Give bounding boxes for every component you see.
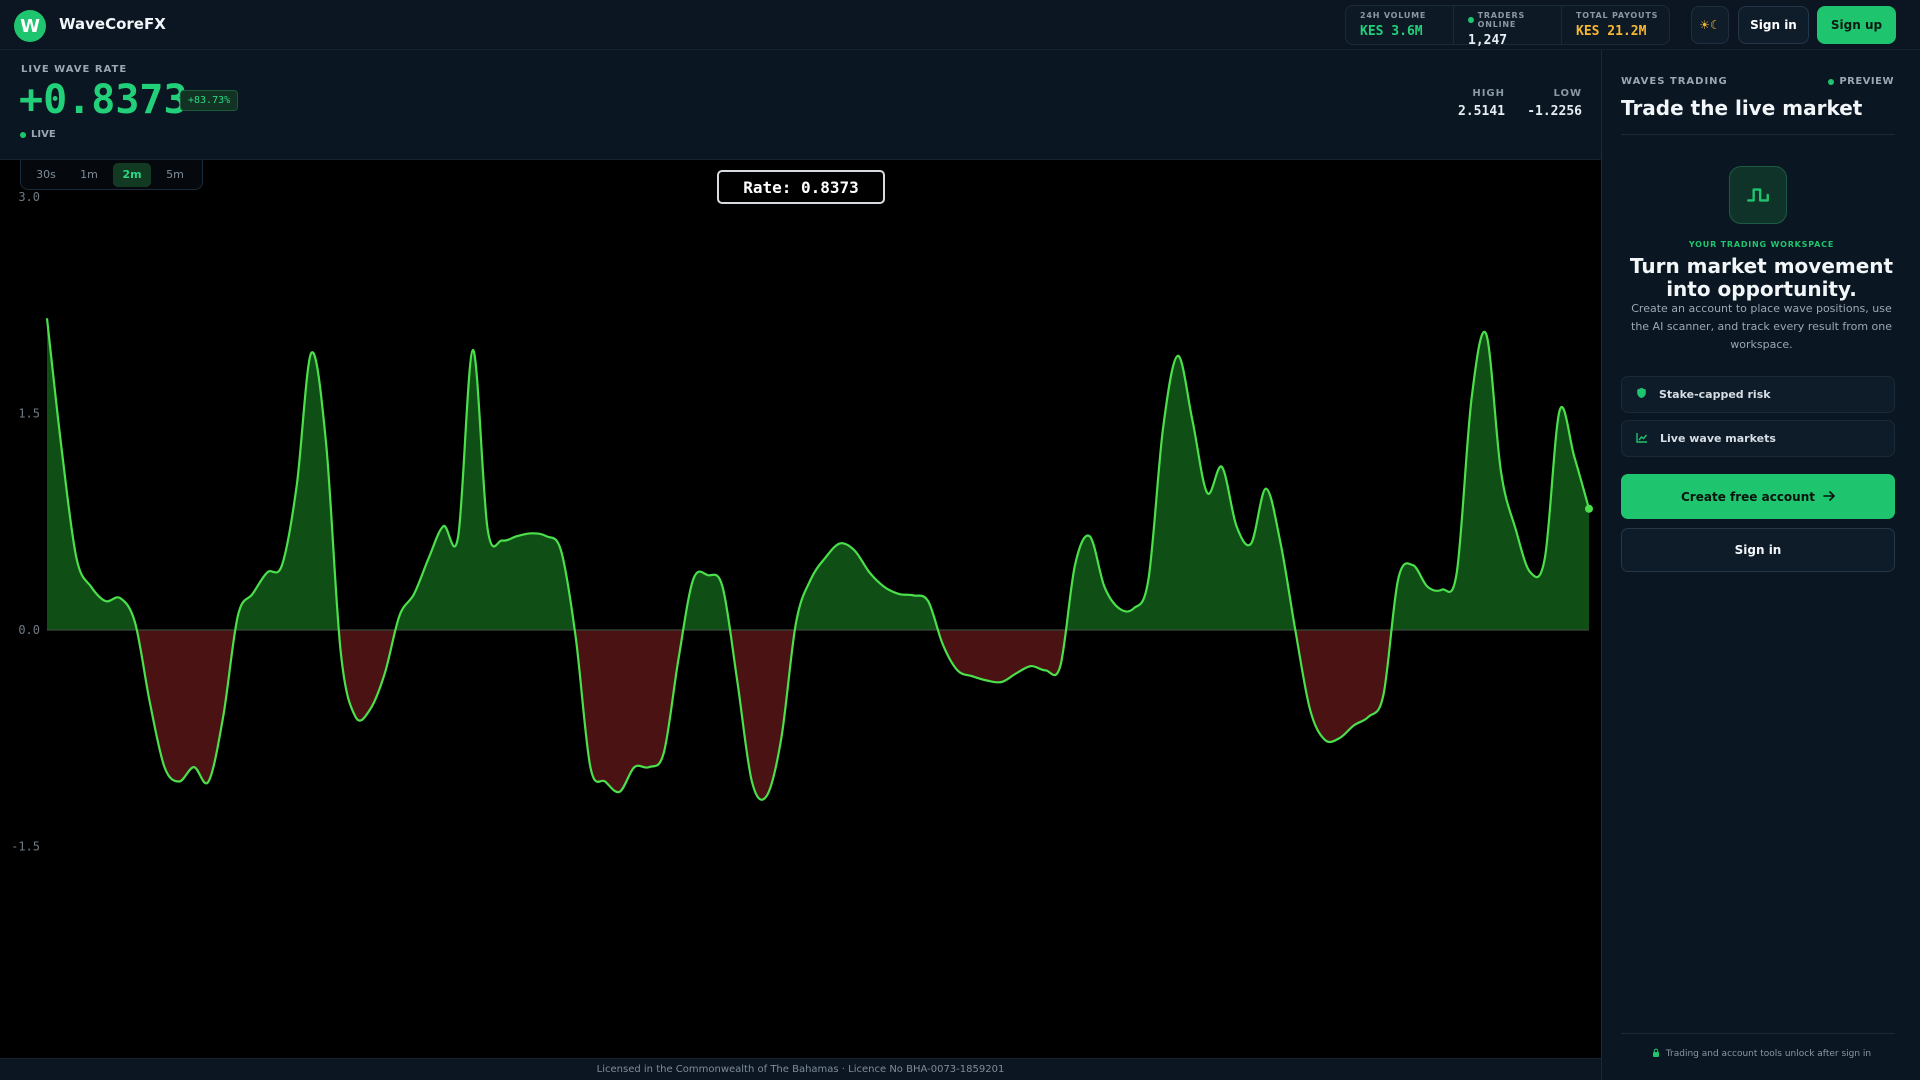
market-stats: 24H VOLUME KES 3.6M TRADERS ONLINE 1,247… bbox=[1345, 5, 1670, 48]
rate-change-badge: +83.73% bbox=[180, 90, 239, 111]
stat-traders-label: TRADERS ONLINE bbox=[1477, 11, 1526, 29]
panel-divider bbox=[1621, 134, 1895, 135]
top-bar: W WaveCoreFX 24H VOLUME KES 3.6M TRADERS… bbox=[0, 0, 1920, 50]
y-tick-label: 0.0 bbox=[18, 623, 40, 637]
lock-icon bbox=[1652, 1048, 1660, 1060]
arrow-right-icon bbox=[1823, 490, 1835, 504]
sign-up-button[interactable]: Sign up bbox=[1817, 6, 1896, 44]
high-value: 2.5141 bbox=[1458, 104, 1505, 119]
panel-description: Create an account to place wave position… bbox=[1631, 302, 1892, 351]
feature-live-wave-markets: Live wave markets bbox=[1621, 420, 1895, 457]
y-tick-label: -1.5 bbox=[11, 840, 40, 854]
rate-readout-box: Rate: 0.8373 bbox=[717, 170, 885, 204]
stat-payouts: TOTAL PAYOUTS KES 21.2M bbox=[1561, 6, 1669, 44]
stat-volume-value: KES 3.6M bbox=[1360, 24, 1423, 39]
wave-chart-area[interactable]: 3.0 1.5 0.0 -1.5 30s 1m 2m 5m Rate: 0.8373 bbox=[0, 160, 1601, 1058]
current-rate-marker bbox=[1585, 504, 1593, 513]
stat-payouts-value: KES 21.2M bbox=[1576, 24, 1647, 39]
feature-stake-capped-risk: Stake-capped risk bbox=[1621, 376, 1895, 413]
timeframe-5m[interactable]: 5m bbox=[156, 163, 194, 187]
preview-label: PREVIEW bbox=[1839, 76, 1894, 87]
create-account-label: Create free account bbox=[1681, 489, 1815, 504]
trading-panel: WAVES TRADING PREVIEW Trade the live mar… bbox=[1601, 50, 1920, 1080]
positive-area bbox=[47, 318, 1589, 630]
low-label: LOW bbox=[1553, 88, 1582, 99]
timeframe-1m[interactable]: 1m bbox=[70, 163, 108, 187]
live-label: LIVE bbox=[31, 129, 56, 140]
y-tick-label: 3.0 bbox=[18, 190, 40, 204]
feature-label: Stake-capped risk bbox=[1659, 388, 1771, 401]
online-dot-icon bbox=[1468, 17, 1474, 23]
high-label: HIGH bbox=[1472, 88, 1505, 99]
shield-icon bbox=[1636, 387, 1647, 402]
high-stat: HIGH 2.5141 bbox=[1445, 88, 1505, 119]
footnote-text: Trading and account tools unlock after s… bbox=[1665, 1049, 1872, 1059]
negative-area bbox=[47, 630, 1589, 800]
panel-headline: Turn market movement into opportunity. bbox=[1629, 254, 1894, 301]
wave-chart[interactable]: 3.0 1.5 0.0 -1.5 bbox=[0, 160, 1601, 1058]
feature-label: Live wave markets bbox=[1660, 432, 1776, 445]
rate-header: LIVE WAVE RATE +0.8373 +83.73% LIVE HIGH… bbox=[0, 50, 1601, 160]
wave-line bbox=[45, 318, 1591, 801]
workspace-kicker: YOUR TRADING WORKSPACE bbox=[1688, 240, 1835, 249]
preview-badge: PREVIEW bbox=[1828, 76, 1894, 87]
panel-sign-in-button[interactable]: Sign in bbox=[1621, 528, 1895, 572]
stat-payouts-label: TOTAL PAYOUTS bbox=[1576, 11, 1659, 20]
rate-label: LIVE WAVE RATE bbox=[21, 64, 128, 75]
brand-logo[interactable]: W bbox=[14, 10, 46, 42]
preview-dot-icon bbox=[1828, 78, 1835, 85]
low-stat: LOW -1.2256 bbox=[1518, 88, 1582, 119]
brand-name[interactable]: WaveCoreFX bbox=[59, 15, 166, 33]
line-chart-icon bbox=[1636, 432, 1648, 446]
sun-moon-icon: ☀☾ bbox=[1699, 18, 1721, 32]
live-indicator: LIVE bbox=[20, 129, 56, 140]
stat-volume: 24H VOLUME KES 3.6M bbox=[1346, 6, 1453, 44]
rate-value: +0.8373 bbox=[19, 77, 188, 123]
panel-eyebrow: WAVES TRADING bbox=[1621, 76, 1728, 87]
panel-bottom-divider bbox=[1621, 1033, 1895, 1034]
stat-traders-value: 1,247 bbox=[1468, 33, 1508, 48]
workspace-wave-icon bbox=[1729, 166, 1787, 224]
theme-toggle-button[interactable]: ☀☾ bbox=[1691, 6, 1729, 44]
timeframe-2m[interactable]: 2m bbox=[113, 162, 151, 187]
low-value: -1.2256 bbox=[1527, 104, 1582, 119]
stat-traders-online: TRADERS ONLINE 1,247 bbox=[1453, 6, 1561, 48]
panel-title: Trade the live market bbox=[1621, 96, 1863, 120]
create-account-button[interactable]: Create free account bbox=[1621, 474, 1895, 519]
license-footer: Licensed in the Commonwealth of The Baha… bbox=[0, 1058, 1601, 1080]
live-dot-icon bbox=[20, 131, 26, 138]
timeframe-selector: 30s 1m 2m 5m bbox=[20, 160, 203, 190]
y-tick-label: 1.5 bbox=[18, 407, 40, 421]
stat-volume-label: 24H VOLUME bbox=[1360, 11, 1427, 20]
panel-footnote: Trading and account tools unlock after s… bbox=[1602, 1048, 1920, 1060]
timeframe-30s[interactable]: 30s bbox=[27, 163, 65, 187]
sign-in-button[interactable]: Sign in bbox=[1738, 6, 1809, 44]
